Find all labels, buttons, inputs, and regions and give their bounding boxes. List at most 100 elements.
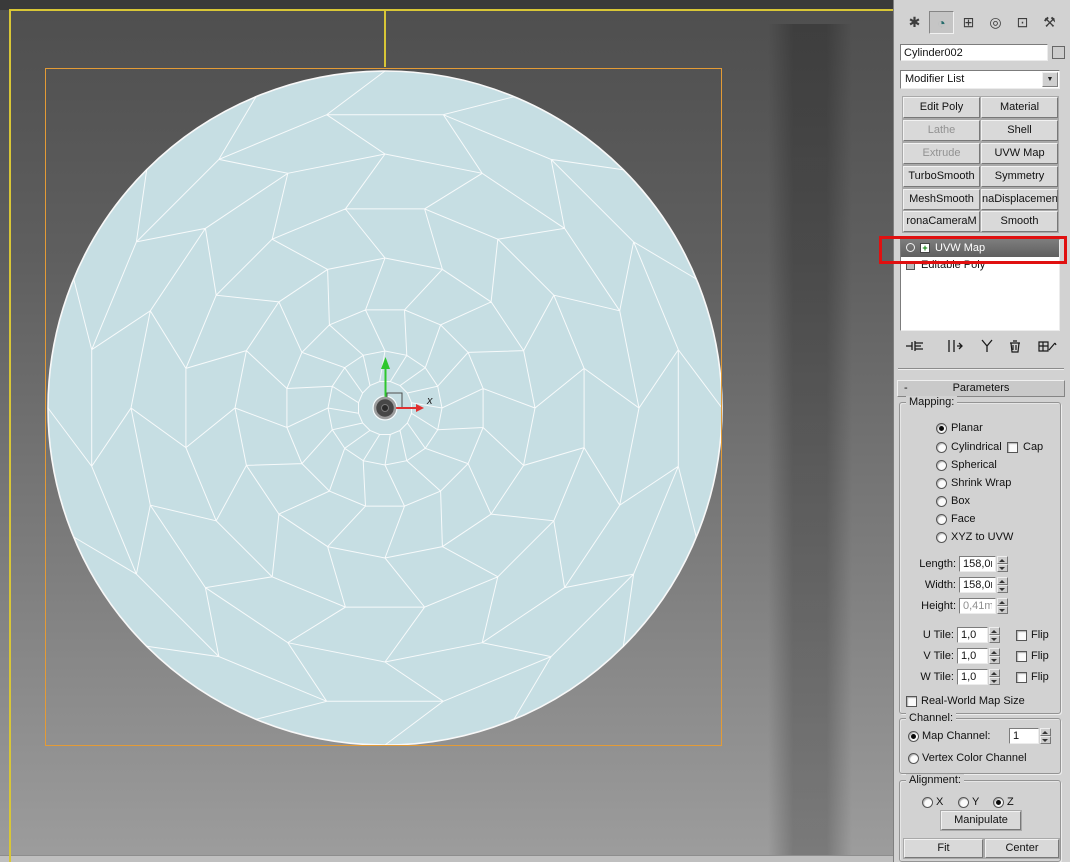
radio-spherical[interactable] [936,460,947,471]
tab-motion[interactable]: ◎ [983,11,1008,34]
height-label: Height: [896,599,956,613]
tab-hierarchy[interactable]: ⊞ [956,11,981,34]
make-unique-icon[interactable] [978,338,998,356]
active-viewport-border-left [9,9,11,862]
channel-group [899,718,1061,774]
tab-display[interactable]: ⊡ [1010,11,1035,34]
v-tile-field[interactable] [957,648,988,664]
application-window: x ✱ ◔ ⊞ ◎ ⊡ ⚒ Modifier List ▼ Edit Poly … [0,0,1070,862]
modifier-button-uvw-map[interactable]: UVW Map [981,143,1058,164]
map-channel-field[interactable] [1009,728,1039,744]
command-panel: ✱ ◔ ⊞ ◎ ⊡ ⚒ Modifier List ▼ Edit Poly Ma… [893,0,1070,862]
radio-face-label[interactable]: Face [951,512,975,526]
annotation-rectangle [879,236,1067,264]
length-spinner[interactable] [997,556,1008,572]
align-z-label[interactable]: Z [1007,795,1014,809]
map-channel-label[interactable]: Map Channel: [922,729,991,743]
radio-box[interactable] [936,496,947,507]
u-tile-spinner[interactable] [989,627,1000,643]
modifier-button-meshsmooth[interactable]: MeshSmooth [903,189,980,210]
width-spinner[interactable] [997,577,1008,593]
pin-stack-icon[interactable] [904,338,928,356]
fit-button[interactable]: Fit [904,839,983,858]
cap-checkbox-label[interactable]: Cap [1023,440,1043,454]
v-tile-label: V Tile: [896,649,954,663]
align-y-label[interactable]: Y [972,795,979,809]
radio-shrink-wrap[interactable] [936,478,947,489]
viewport-bottom-edge [0,855,893,862]
radio-align-y[interactable] [958,797,969,808]
panel-divider [898,368,1064,370]
configure-modifier-sets-icon[interactable] [1036,338,1058,356]
object-name-field[interactable] [900,44,1048,61]
width-field[interactable] [959,577,996,593]
modifier-button-turbosmooth[interactable]: TurboSmooth [903,166,980,187]
mapping-group-label: Mapping: [906,396,957,408]
modifier-button-smooth[interactable]: Smooth [981,211,1058,232]
tab-utilities[interactable]: ⚒ [1037,11,1062,34]
radio-cylindrical[interactable] [936,442,947,453]
u-flip-checkbox[interactable] [1016,630,1027,641]
collapse-icon[interactable]: - [904,381,908,396]
manipulate-button[interactable]: Manipulate [941,811,1021,830]
u-tile-label: U Tile: [896,628,954,642]
modifier-button-camera-mod[interactable]: ronaCameraM [903,211,980,232]
radio-shrink-wrap-label[interactable]: Shrink Wrap [951,476,1011,490]
w-flip-checkbox[interactable] [1016,672,1027,683]
cap-checkbox[interactable] [1007,442,1018,453]
w-tile-field[interactable] [957,669,988,685]
remove-modifier-icon[interactable] [1006,338,1026,356]
active-viewport-border-top [10,9,893,11]
radio-face[interactable] [936,514,947,525]
u-tile-field[interactable] [957,627,988,643]
map-channel-spinner[interactable] [1040,728,1051,744]
parameters-rollout-header[interactable]: - Parameters [897,380,1065,397]
center-button[interactable]: Center [985,839,1059,858]
modifier-button-shell[interactable]: Shell [981,120,1058,141]
tab-create[interactable]: ✱ [902,11,927,34]
real-world-map-size-checkbox[interactable] [906,696,917,707]
chevron-down-icon[interactable]: ▼ [1042,72,1058,87]
radio-xyz-to-uvw-label[interactable]: XYZ to UVW [951,530,1013,544]
w-tile-label: W Tile: [896,670,954,684]
radio-align-z[interactable] [993,797,1004,808]
w-tile-spinner[interactable] [989,669,1000,685]
radio-planar[interactable] [936,423,947,434]
modifier-button-material[interactable]: Material [981,97,1058,118]
v-flip-label[interactable]: Flip [1031,649,1049,663]
modifier-button-lathe[interactable]: Lathe [903,120,980,141]
modifier-list-label: Modifier List [905,73,964,85]
modifier-button-extrude[interactable]: Extrude [903,143,980,164]
v-tile-spinner[interactable] [989,648,1000,664]
width-label: Width: [896,578,956,592]
viewport-top[interactable]: x [0,0,893,862]
channel-group-label: Channel: [906,712,956,724]
rollout-title: Parameters [953,382,1010,394]
tab-modify[interactable]: ◔ [929,11,954,34]
alignment-group-label: Alignment: [906,774,964,786]
radio-spherical-label[interactable]: Spherical [951,458,997,472]
modifier-button-displacement[interactable]: naDisplacemen [981,189,1058,210]
modifier-button-symmetry[interactable]: Symmetry [981,166,1058,187]
align-x-label[interactable]: X [936,795,943,809]
height-field[interactable] [959,598,996,614]
length-field[interactable] [959,556,996,572]
modifier-button-edit-poly[interactable]: Edit Poly [903,97,980,118]
radio-xyz-to-uvw[interactable] [936,532,947,543]
height-spinner[interactable] [997,598,1008,614]
radio-planar-label[interactable]: Planar [951,421,983,435]
w-flip-label[interactable]: Flip [1031,670,1049,684]
real-world-map-size-label[interactable]: Real-World Map Size [921,694,1025,708]
radio-map-channel[interactable] [908,731,919,742]
v-flip-checkbox[interactable] [1016,651,1027,662]
radio-align-x[interactable] [922,797,933,808]
vertex-color-channel-label[interactable]: Vertex Color Channel [922,751,1027,765]
radio-box-label[interactable]: Box [951,494,970,508]
object-color-swatch[interactable] [1052,46,1065,59]
u-flip-label[interactable]: Flip [1031,628,1049,642]
modifier-list-dropdown[interactable]: Modifier List ▼ [900,70,1060,89]
viewport-splitter-line [384,11,386,67]
radio-cylindrical-label[interactable]: Cylindrical [951,440,1002,454]
radio-vertex-color-channel[interactable] [908,753,919,764]
show-end-result-icon[interactable] [944,338,964,356]
